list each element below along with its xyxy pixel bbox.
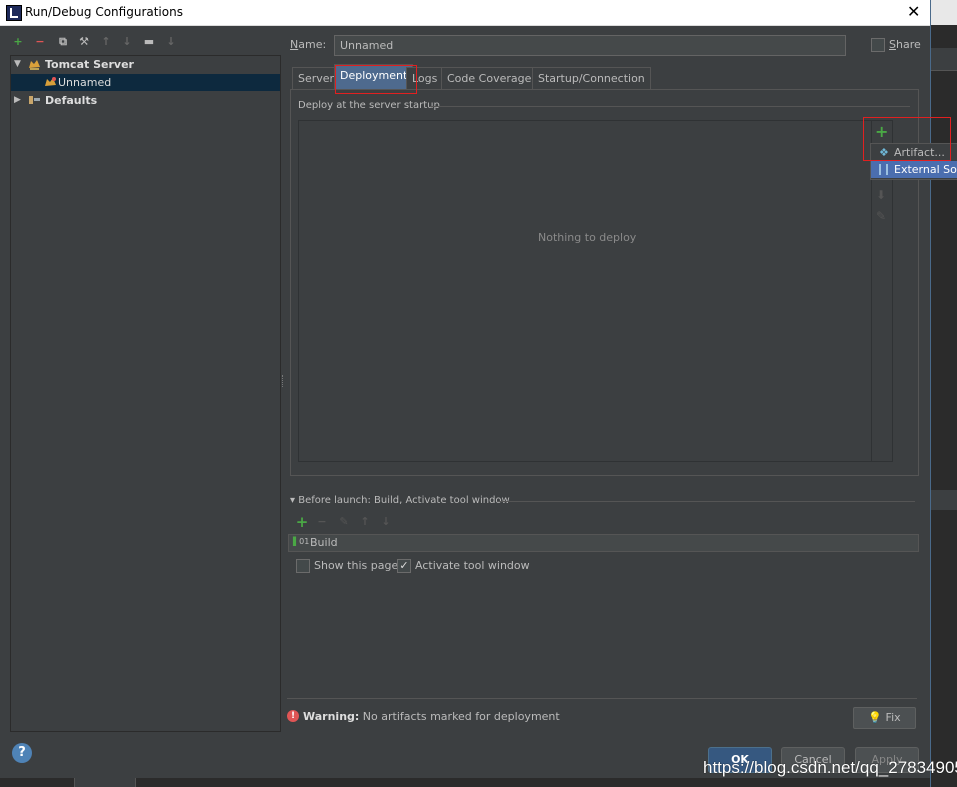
move-up-icon[interactable]: ↑ <box>98 34 114 50</box>
help-icon[interactable]: ? <box>12 743 32 763</box>
move-up-icon[interactable]: ↑ <box>357 514 373 530</box>
name-label-text: ame: <box>298 38 327 51</box>
menu-item-label: External Source... <box>894 163 957 176</box>
sort-icon[interactable]: ↓ <box>163 34 179 50</box>
show-page-label: Show this page <box>314 559 399 572</box>
share-label-text: hare <box>895 38 921 51</box>
before-launch-title-text: Before launch: Build, Activate tool wind… <box>298 495 510 506</box>
tree-item-unnamed[interactable]: Unnamed <box>11 74 280 91</box>
share-checkbox[interactable] <box>871 38 885 52</box>
divider <box>287 698 917 699</box>
wrench-icon[interactable]: ⚒ <box>76 34 92 50</box>
deploy-list[interactable] <box>298 120 872 462</box>
watermark-text: https://blog.csdn.net/qq_27834905 <box>703 758 957 777</box>
external-source-icon <box>879 164 888 175</box>
tree-item-label: Defaults <box>45 94 98 107</box>
tab-startup-connection[interactable]: Startup/Connection <box>532 67 651 89</box>
build-label: Build <box>310 536 338 549</box>
divider <box>497 501 915 502</box>
fix-button-label: Fix <box>885 711 901 724</box>
name-field[interactable]: Unnamed <box>334 35 846 56</box>
warning-text: No artifacts marked for deployment <box>362 710 560 723</box>
tree-item-label: Tomcat Server <box>45 58 134 71</box>
tree-item-label: Unnamed <box>58 76 112 89</box>
window-title: Run/Debug Configurations <box>25 5 183 19</box>
divider <box>430 106 910 107</box>
highlight-box-add-menu <box>863 117 951 161</box>
config-toolbar: + − ⧉ ⚒ ↑ ↓ ▬ ↓ <box>10 34 280 52</box>
config-tree: ▼ Tomcat Server Unnamed ▶ Defaults <box>10 55 281 732</box>
empty-list-text: Nothing to deploy <box>538 231 637 244</box>
collapse-arrow-icon[interactable]: ▶ <box>14 92 21 109</box>
add-icon[interactable]: + <box>10 34 26 50</box>
before-launch-task-build[interactable]: ▌01 Build <box>288 534 919 552</box>
wrench-icon <box>29 96 40 104</box>
tree-item-tomcat-server[interactable]: ▼ Tomcat Server <box>11 56 280 73</box>
taskbar-strip <box>0 778 930 787</box>
copy-icon[interactable]: ⧉ <box>55 34 71 50</box>
highlight-box-deployment-tab <box>335 65 417 94</box>
close-icon[interactable]: ✕ <box>907 2 920 21</box>
add-icon[interactable]: + <box>294 514 310 530</box>
splitter-handle[interactable] <box>282 375 285 387</box>
show-page-checkbox[interactable] <box>296 559 310 573</box>
share-label: Share <box>889 38 921 51</box>
tab-code-coverage[interactable]: Code Coverage <box>441 67 538 89</box>
before-launch-toolbar: + − ✎ ↑ ↓ <box>294 514 414 530</box>
pencil-icon[interactable]: ✎ <box>876 209 886 223</box>
move-down-icon[interactable]: ⬇ <box>876 188 886 202</box>
move-down-icon[interactable]: ↓ <box>378 514 394 530</box>
expand-arrow-icon[interactable]: ▼ <box>14 56 21 73</box>
move-down-icon[interactable]: ↓ <box>119 34 135 50</box>
title-bar: Run/Debug Configurations ✕ <box>0 0 930 26</box>
tomcat-icon <box>45 77 56 86</box>
tree-item-defaults[interactable]: ▶ Defaults <box>11 92 280 109</box>
fix-button[interactable]: 💡 Fix <box>853 707 916 729</box>
build-icon: ▌01 <box>293 537 310 546</box>
warning-message: Warning: No artifacts marked for deploym… <box>303 710 560 723</box>
intellij-app-icon <box>6 5 22 21</box>
remove-icon[interactable]: − <box>32 34 48 50</box>
pencil-icon[interactable]: ✎ <box>336 514 352 530</box>
warning-bold-label: Warning: <box>303 710 360 723</box>
warning-icon: ! <box>287 710 299 722</box>
tomcat-icon <box>29 60 40 70</box>
name-label: Name: <box>290 38 327 51</box>
deploy-section-label: Deploy at the server startup <box>298 100 440 111</box>
activate-tool-window-label: Activate tool window <box>415 559 530 572</box>
lightbulb-icon: 💡 <box>868 711 883 724</box>
folder-icon[interactable]: ▬ <box>141 34 157 50</box>
menu-item-external-source[interactable]: External Source... <box>871 161 957 178</box>
before-launch-title[interactable]: ▾ Before launch: Build, Activate tool wi… <box>290 495 510 506</box>
expand-triangle-icon: ▾ <box>290 495 299 506</box>
tab-server[interactable]: Server <box>292 67 341 89</box>
remove-icon[interactable]: − <box>314 514 330 530</box>
activate-tool-window-checkbox[interactable]: ✓ <box>397 559 411 573</box>
